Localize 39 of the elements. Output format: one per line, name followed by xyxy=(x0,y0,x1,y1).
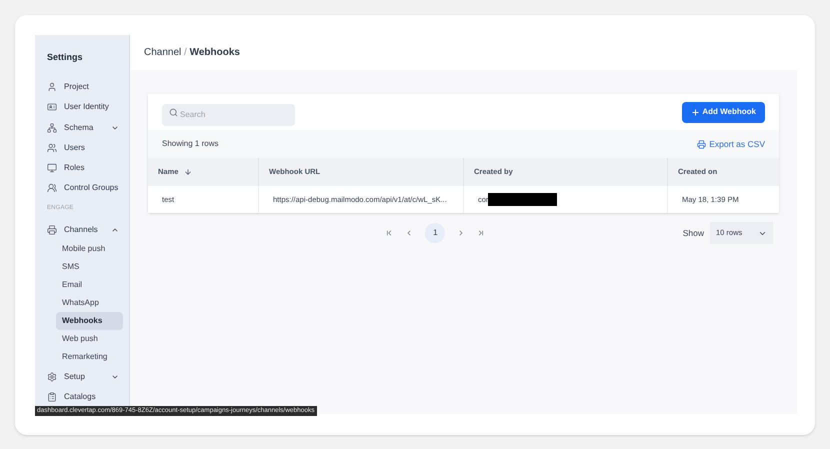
id-card-icon xyxy=(47,102,57,112)
plus-icon xyxy=(691,108,700,116)
monitor-icon xyxy=(47,163,57,173)
breadcrumb: Channel / Webhooks xyxy=(144,46,240,60)
add-webhook-button[interactable]: Add Webhook xyxy=(682,102,765,122)
sidebar-subitem[interactable]: Web push xyxy=(56,330,123,348)
user-icon xyxy=(47,82,57,92)
clipboard-icon xyxy=(47,392,57,402)
sidebar-subitem[interactable]: Mobile push xyxy=(56,240,123,258)
sidebar-item[interactable]: Project xyxy=(35,77,129,97)
printer-icon xyxy=(47,224,57,234)
last-page-icon[interactable] xyxy=(477,229,486,237)
sidebar-subitem[interactable]: Remarketing xyxy=(56,348,123,366)
sidebar-group[interactable]: Channels xyxy=(35,219,129,240)
sidebar-group[interactable]: Schema xyxy=(35,117,129,138)
sidebar-subitem[interactable]: Webhooks xyxy=(56,312,123,330)
show-label: Show xyxy=(682,226,704,240)
sidebar-item[interactable]: Catalogs xyxy=(35,387,129,407)
sidebar-item[interactable]: Control Groups xyxy=(35,178,129,198)
sidebar-subitem[interactable]: Email xyxy=(56,276,123,294)
sidebar-group[interactable]: Setup xyxy=(35,366,129,387)
sidebar-subitem[interactable]: WhatsApp xyxy=(56,294,123,312)
sort-arrow-icon xyxy=(184,168,192,176)
sidebar-item[interactable]: User Identity xyxy=(35,97,129,117)
users-icon xyxy=(47,143,57,153)
search-field[interactable]: Search xyxy=(162,104,295,126)
printer-icon xyxy=(697,140,706,148)
row-count: Showing 1 rows xyxy=(162,138,218,150)
hierarchy-icon xyxy=(47,122,57,132)
first-page-icon[interactable] xyxy=(385,229,394,237)
sidebar-item[interactable]: Roles xyxy=(35,158,129,178)
export-link[interactable]: Export as CSV xyxy=(697,138,765,150)
users-icon xyxy=(47,183,57,193)
gear-icon xyxy=(47,372,57,382)
sidebar-title: Settings xyxy=(47,51,83,64)
sidebar-item[interactable]: Users xyxy=(35,138,129,158)
page-number[interactable]: 1 xyxy=(425,223,446,243)
search-icon xyxy=(169,108,178,116)
sidebar-subitem[interactable]: SMS xyxy=(56,258,123,276)
